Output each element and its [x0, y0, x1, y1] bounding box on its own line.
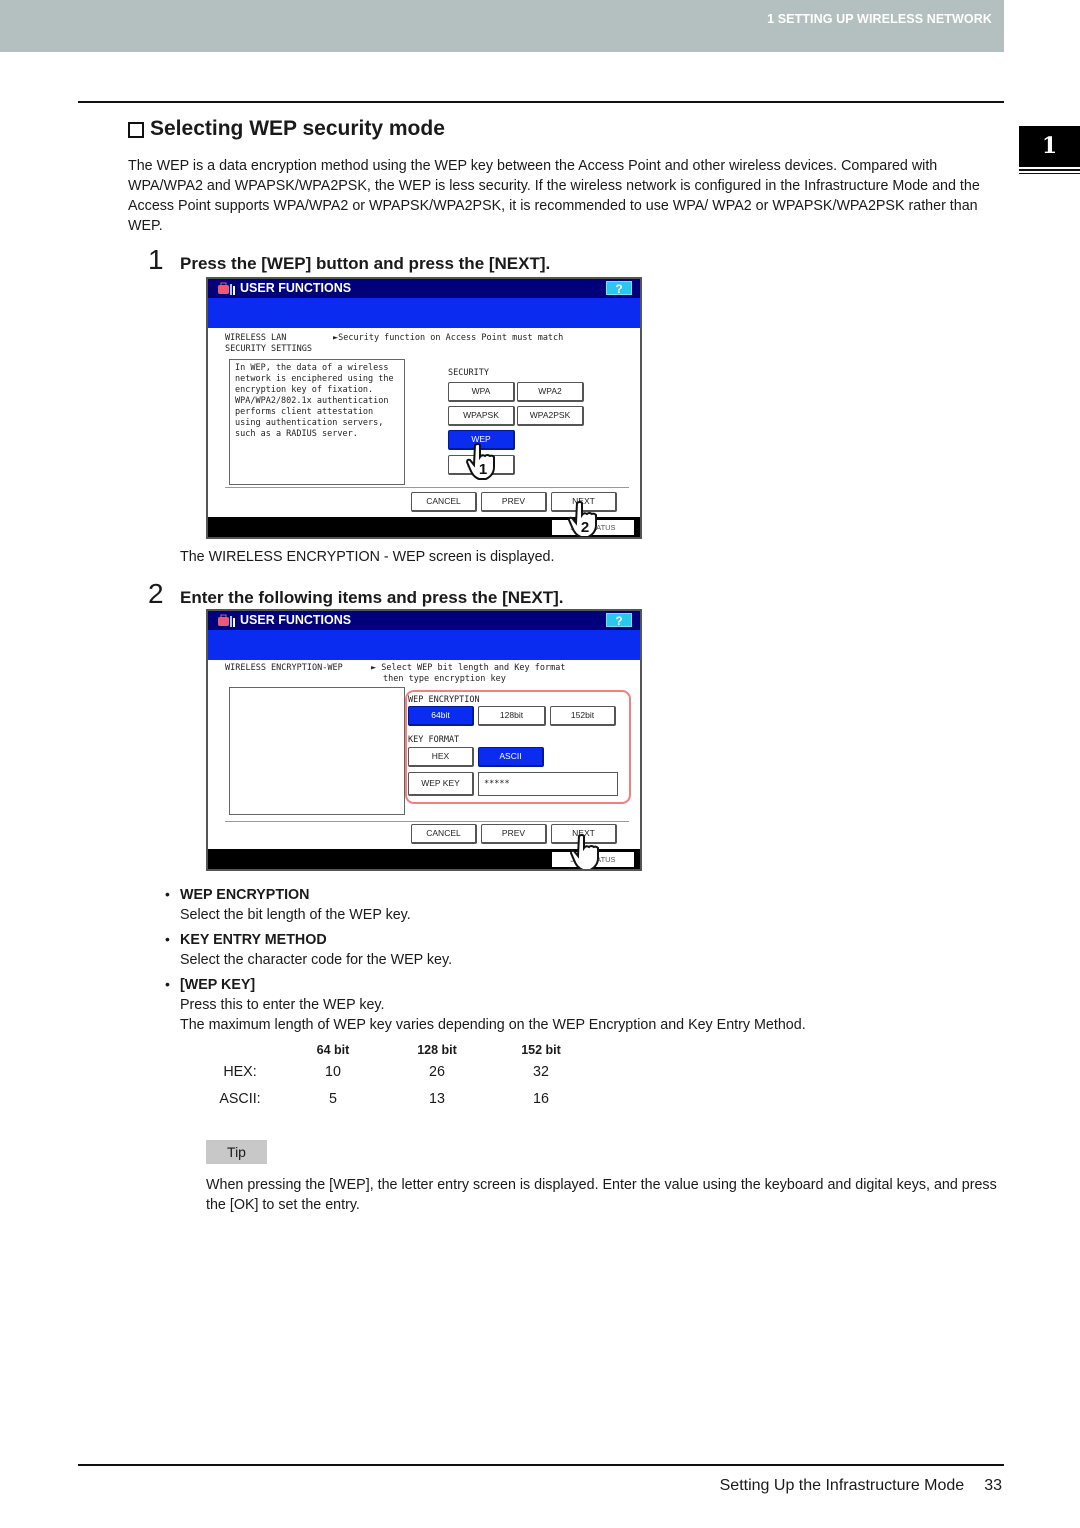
screen-wireless-encryption-wep: USER FUNCTIONS ? WIRELESS ENCRYPTION-WEP… [206, 609, 642, 871]
section-title: Selecting WEP security mode [128, 117, 445, 141]
step-2: 2 Enter the following items and press th… [148, 578, 564, 610]
table-row: HEX: 10 26 32 [195, 1058, 589, 1085]
table-header-row: 64 bit 128 bit 152 bit [195, 1042, 589, 1058]
step-number: 1 [148, 244, 164, 275]
screen-title: USER FUNCTIONS [240, 281, 352, 295]
bullet-heading: WEP ENCRYPTION [180, 887, 310, 903]
screen-title: USER FUNCTIONS [240, 613, 352, 627]
screen-divider [225, 487, 629, 488]
key-length-table: 64 bit 128 bit 152 bit HEX: 10 26 32 ASC… [195, 1042, 589, 1112]
bullet-key-entry-method: • KEY ENTRY METHOD Select the character … [165, 931, 1025, 970]
hint-line-2: then type encryption key [383, 674, 506, 684]
wpa2psk-button[interactable]: WPA2PSK [517, 406, 584, 426]
step-1-caption: The WIRELESS ENCRYPTION - WEP screen is … [180, 549, 555, 565]
info-box [229, 687, 405, 815]
hex-button[interactable]: HEX [408, 747, 474, 767]
ascii-button[interactable]: ASCII [478, 747, 544, 767]
page-number: 33 [984, 1477, 1002, 1494]
bullet-icon: • [165, 886, 170, 902]
bullet-body: The maximum length of WEP key varies dep… [180, 1017, 806, 1033]
screen-titlebar: USER FUNCTIONS ? [208, 611, 640, 630]
bullet-icon: • [165, 931, 170, 947]
step-number: 2 [148, 578, 164, 609]
table-row: ASCII: 5 13 16 [195, 1085, 589, 1112]
table-cell: HEX: [223, 1063, 257, 1080]
bit-152-button[interactable]: 152bit [550, 706, 616, 726]
screen-heading: WIRELESS ENCRYPTION-WEP [225, 663, 343, 673]
checkbox-square-icon [128, 122, 144, 138]
bullet-body: Select the bit length of the WEP key. [180, 907, 411, 923]
step-1: 1 Press the [WEP] button and press the [… [148, 244, 550, 276]
chapter-tab-underline-thin [1019, 173, 1080, 174]
callout-1: 1 [479, 461, 487, 478]
pointing-hand-icon-1: 1 [466, 443, 495, 480]
help-button[interactable]: ? [606, 281, 632, 296]
table-cell: 13 [429, 1090, 445, 1107]
bullet-wep-encryption: • WEP ENCRYPTION Select the bit length o… [165, 886, 1025, 925]
cancel-button[interactable]: CANCEL [411, 492, 477, 512]
step-instruction: Press the [WEP] button and press the [NE… [180, 254, 551, 273]
section-title-text: Selecting WEP security mode [150, 117, 445, 140]
pointing-hand-icon [570, 834, 599, 869]
screen-message-band [208, 630, 640, 660]
prev-button[interactable]: PREV [481, 492, 547, 512]
tip-label: Tip [206, 1140, 267, 1164]
screen-security-settings: USER FUNCTIONS ? WIRELESS LAN SECURITY S… [206, 277, 642, 539]
bullet-heading: KEY ENTRY METHOD [180, 932, 327, 948]
screen-hint: ► Select WEP bit length and Key format t… [371, 663, 565, 685]
screen-titlebar: USER FUNCTIONS ? [208, 279, 640, 298]
toolbox-icon [218, 282, 235, 295]
table-cell: 10 [325, 1063, 341, 1080]
bullet-heading: [WEP KEY] [180, 977, 256, 993]
bit-64-button[interactable]: 64bit [408, 706, 474, 726]
hint-line-1: ► Select WEP bit length and Key format [371, 663, 566, 673]
table-cell: 16 [533, 1090, 549, 1107]
bullet-wep-key: • [WEP KEY] Press this to enter the WEP … [165, 976, 1025, 1035]
bottom-rule [78, 1464, 1004, 1466]
page-footer: Setting Up the Infrastructure Mode 33 [720, 1477, 1002, 1495]
table-header-cell: 152 bit [521, 1043, 561, 1057]
cancel-button[interactable]: CANCEL [411, 824, 477, 844]
wep-key-button[interactable]: WEP KEY [408, 772, 474, 796]
bullet-icon: • [165, 976, 170, 992]
bit-128-button[interactable]: 128bit [478, 706, 546, 726]
chapter-header-band: 1 SETTING UP WIRELESS NETWORK [0, 0, 1004, 52]
top-rule [78, 101, 1004, 103]
footer-section-name: Setting Up the Infrastructure Mode [719, 1477, 965, 1494]
step-instruction: Enter the following items and press the … [180, 588, 564, 607]
table-header-cell: 128 bit [417, 1043, 457, 1057]
table-header-cell: 64 bit [316, 1043, 350, 1057]
security-label: SECURITY [448, 368, 489, 378]
table-cell: 26 [429, 1063, 445, 1080]
wpapsk-button[interactable]: WPAPSK [448, 406, 515, 426]
screen-hint: ►Security function on Access Point must … [333, 333, 564, 343]
wpa-button[interactable]: WPA [448, 382, 515, 402]
info-box: In WEP, the data of a wireless network i… [229, 359, 405, 485]
table-cell: 5 [329, 1090, 337, 1107]
chapter-tab: 1 [1019, 126, 1080, 167]
tip-text: When pressing the [WEP], the letter entr… [206, 1177, 997, 1213]
wep-key-field[interactable]: ***** [478, 772, 618, 796]
key-format-label: KEY FORMAT [408, 735, 460, 745]
help-button[interactable]: ? [606, 613, 632, 628]
table-cell: 32 [533, 1063, 549, 1080]
heading-line-1: WIRELESS LAN [225, 333, 287, 343]
screen-heading: WIRELESS LAN SECURITY SETTINGS [225, 333, 312, 355]
toolbox-icon [218, 614, 235, 627]
field-descriptions: • WEP ENCRYPTION Select the bit length o… [165, 886, 1025, 1041]
intro-paragraph: The WEP is a data encryption method usin… [128, 158, 980, 234]
wep-encryption-label: WEP ENCRYPTION [408, 695, 480, 705]
bullet-body: Select the character code for the WEP ke… [180, 952, 453, 968]
prev-button[interactable]: PREV [481, 824, 547, 844]
callout-2: 2 [581, 519, 589, 536]
screen-divider [225, 821, 629, 822]
heading-line-2: SECURITY SETTINGS [225, 344, 312, 354]
chapter-tab-underline [1019, 169, 1080, 171]
chapter-title: 1 SETTING UP WIRELESS NETWORK [767, 12, 992, 26]
bullet-body: Press this to enter the WEP key. [180, 997, 385, 1013]
wpa2-button[interactable]: WPA2 [517, 382, 584, 402]
table-cell: ASCII: [219, 1090, 261, 1107]
pointing-hand-icon-2: 2 [568, 501, 597, 537]
screen-message-band [208, 298, 640, 328]
